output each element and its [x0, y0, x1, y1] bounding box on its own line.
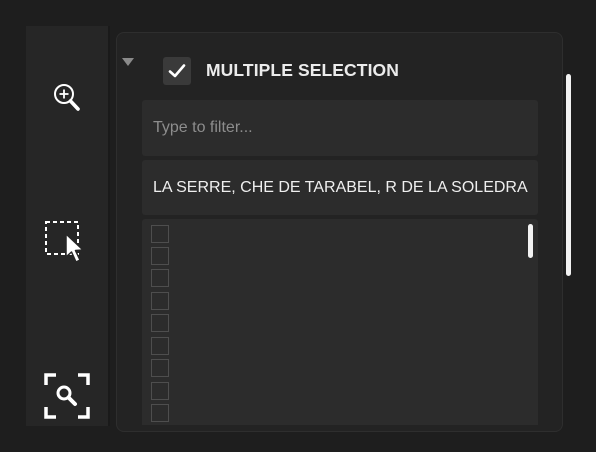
panel-scrollbar[interactable]: [566, 74, 571, 276]
collapse-caret-icon[interactable]: [122, 58, 134, 66]
selected-values-field[interactable]: LA SERRE, CHE DE TARABEL, R DE LA SOLEDR…: [142, 160, 538, 215]
option-checkbox[interactable]: [151, 359, 169, 377]
rectangle-select-cursor-icon: [43, 218, 91, 264]
map-filter-screen: MULTIPLE SELECTION LA SERRE, CHE DE TARA…: [0, 0, 596, 452]
zoom-to-extent-tool[interactable]: [26, 371, 108, 421]
option-checkbox[interactable]: [151, 337, 169, 355]
rectangle-select-tool[interactable]: [26, 216, 108, 266]
zoom-in-tool[interactable]: [26, 78, 108, 118]
filter-search-input[interactable]: [142, 100, 538, 156]
option-checkbox[interactable]: [151, 314, 169, 332]
option-checkbox[interactable]: [151, 269, 169, 287]
option-checkbox[interactable]: [151, 292, 169, 310]
option-checkbox[interactable]: [151, 225, 169, 243]
option-checkbox[interactable]: [151, 382, 169, 400]
option-checkbox[interactable]: [151, 404, 169, 422]
multiple-selection-label[interactable]: MULTIPLE SELECTION: [206, 60, 399, 81]
zoom-extent-icon: [44, 373, 90, 419]
map-toolbar: [26, 26, 110, 426]
option-checkbox[interactable]: [151, 247, 169, 265]
options-list[interactable]: [142, 219, 538, 425]
multiple-selection-checkbox[interactable]: [163, 57, 191, 85]
options-list-scrollbar[interactable]: [528, 224, 533, 258]
zoom-in-icon: [52, 82, 82, 114]
checkmark-icon: [168, 64, 186, 78]
